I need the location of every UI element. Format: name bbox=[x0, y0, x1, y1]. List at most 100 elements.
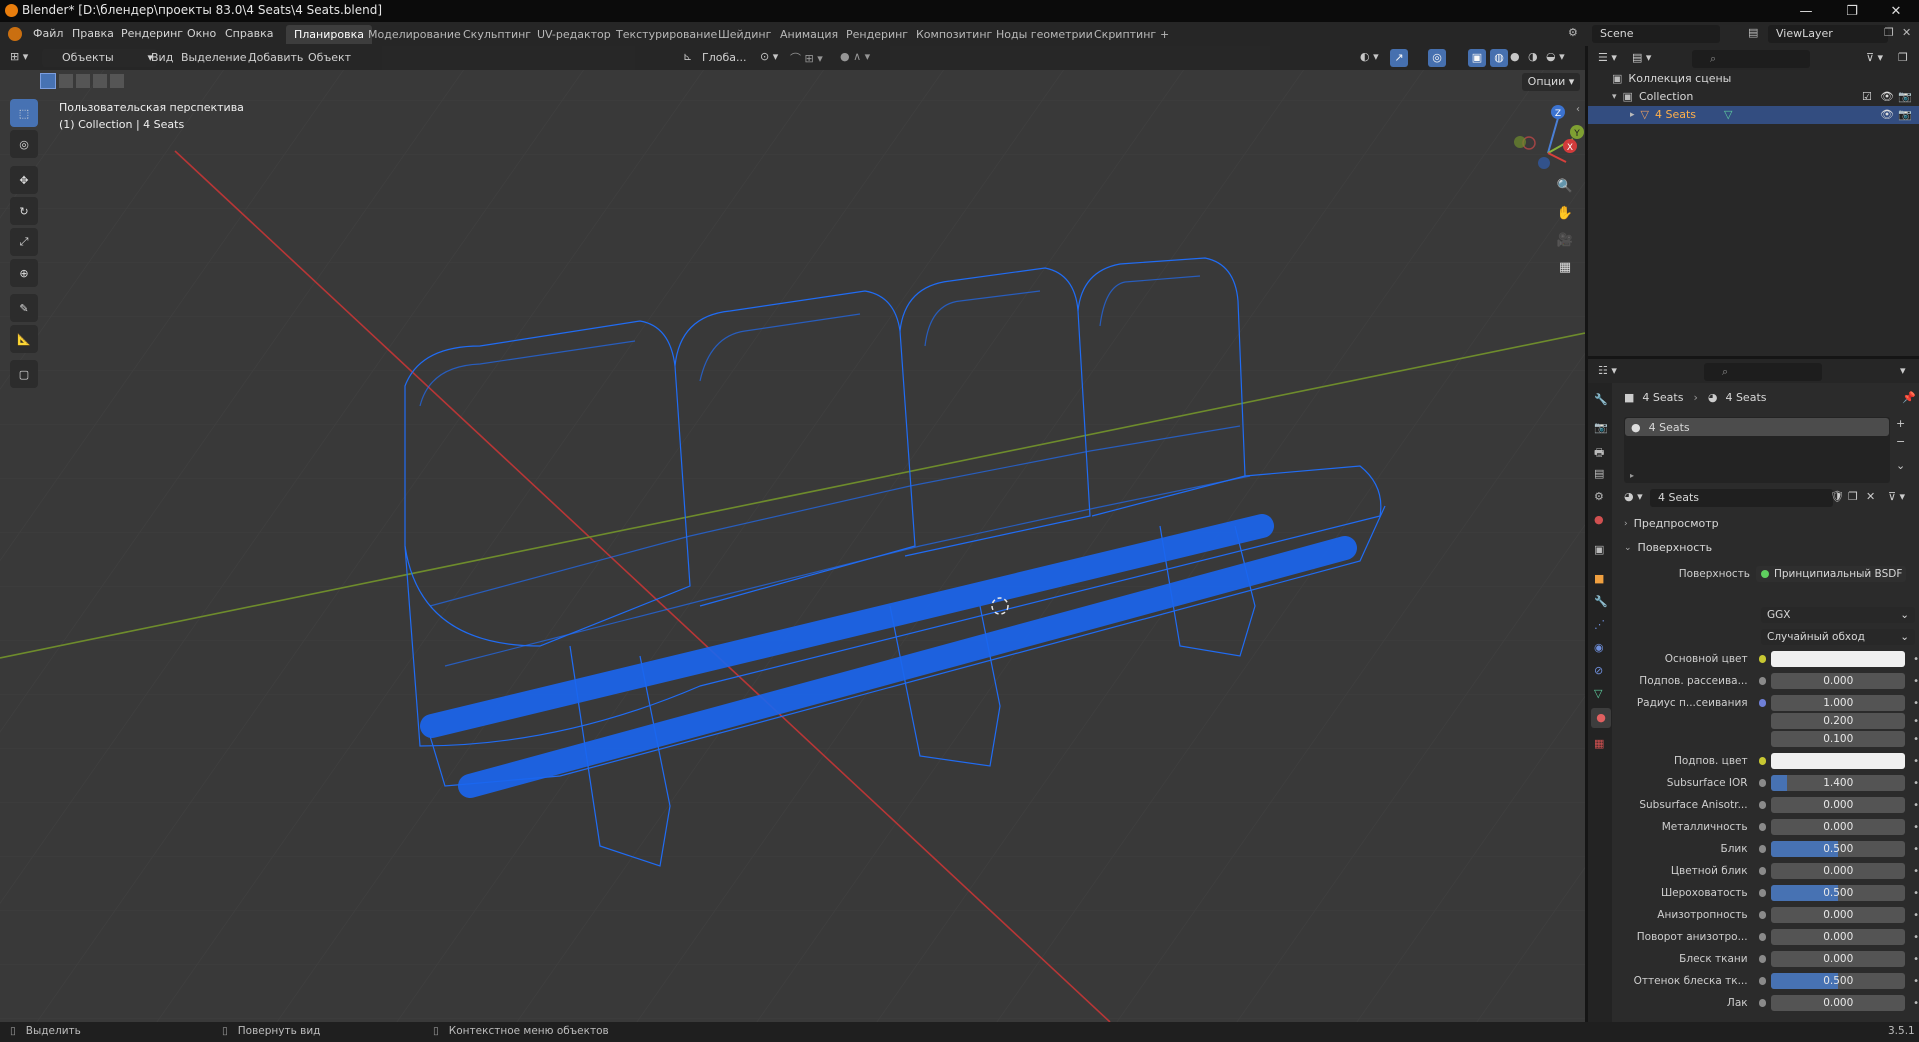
add-workspace-button[interactable]: + bbox=[1152, 25, 1177, 44]
subsurface-method-dropdown[interactable]: Случайный обход ⌄ bbox=[1761, 629, 1915, 645]
menu-file[interactable]: Файл bbox=[26, 25, 70, 43]
properties-editor-icon[interactable]: ☷ ▾ bbox=[1598, 364, 1617, 377]
editor-type-icon[interactable]: ⊞ ▾ bbox=[10, 50, 28, 63]
material-tab-icon[interactable]: ● bbox=[1591, 708, 1611, 728]
expand-collection-icon[interactable]: ▾ bbox=[1612, 88, 1617, 106]
outliner-row-collection[interactable]: ▾ ▣ Collection ☑ 👁 📷 bbox=[1588, 88, 1919, 106]
keyframe-dot-icon[interactable]: • bbox=[1913, 888, 1919, 899]
keyframe-dot-icon[interactable]: • bbox=[1913, 866, 1919, 877]
expand-object-icon[interactable]: ▸ bbox=[1630, 106, 1635, 124]
zoom-icon[interactable]: 🔍 bbox=[1554, 175, 1576, 197]
snap-icon[interactable]: ⌒ ⊞ ▾ bbox=[790, 50, 823, 66]
material-name-field[interactable]: 4 Seats bbox=[1650, 489, 1833, 507]
object-camera-icon[interactable]: 📷 bbox=[1898, 106, 1912, 124]
value-slider[interactable]: 0.500 bbox=[1771, 973, 1906, 989]
new-collection-icon[interactable]: ❐ bbox=[1898, 51, 1908, 64]
properties-search-input[interactable]: ⌕ bbox=[1704, 363, 1822, 381]
scene-tab-icon[interactable]: ⚙ bbox=[1594, 490, 1604, 503]
material-shading-icon[interactable]: ◑ bbox=[1528, 50, 1538, 63]
tab-rendering[interactable]: Рендеринг bbox=[838, 25, 916, 44]
value-slider[interactable]: 0.000 bbox=[1771, 863, 1906, 879]
keyframe-dot-icon[interactable]: • bbox=[1913, 698, 1919, 709]
socket-dot-icon[interactable] bbox=[1758, 801, 1767, 809]
options-dropdown[interactable]: Опции ▾ bbox=[1522, 73, 1580, 91]
collection-tab-icon[interactable]: ▣ bbox=[1594, 543, 1604, 556]
surface-shader-field[interactable]: Принципиальный BSDF bbox=[1756, 566, 1906, 582]
wireframe-shading-icon[interactable]: ◍ bbox=[1490, 49, 1508, 67]
socket-dot-icon[interactable] bbox=[1758, 889, 1767, 897]
socket-dot-icon[interactable] bbox=[1758, 911, 1767, 919]
value-slider[interactable]: 0.000 bbox=[1771, 995, 1906, 1011]
select-invert-icon[interactable] bbox=[93, 74, 107, 88]
value-slider[interactable]: 0.500 bbox=[1771, 885, 1906, 901]
overlay-toggle-icon[interactable]: ◎ bbox=[1428, 49, 1446, 67]
socket-dot-icon[interactable] bbox=[1758, 655, 1767, 663]
color-swatch[interactable] bbox=[1771, 753, 1906, 769]
camera-view-icon[interactable]: 🎥 bbox=[1554, 229, 1576, 251]
outliner-row-object[interactable]: ▸ ▽ 4 Seats ▽ 👁 📷 bbox=[1588, 106, 1919, 124]
value-slider[interactable]: 0.000 bbox=[1771, 819, 1906, 835]
material-link-icon[interactable]: ⊽ ▾ bbox=[1888, 490, 1905, 503]
add-slot-button[interactable]: + bbox=[1896, 417, 1905, 430]
solid-shading-icon[interactable]: ● bbox=[1510, 50, 1520, 63]
select-intersect-icon[interactable] bbox=[110, 74, 124, 88]
fake-user-icon[interactable]: 🛡 bbox=[1830, 490, 1844, 503]
menu-add[interactable]: Добавить bbox=[242, 49, 309, 67]
menu-edit[interactable]: Правка bbox=[65, 25, 121, 43]
tool-tab-icon[interactable]: 🔧 bbox=[1594, 393, 1608, 406]
socket-dot-icon[interactable] bbox=[1758, 779, 1767, 787]
unlink-material-icon[interactable]: ✕ bbox=[1866, 490, 1875, 503]
tab-texture-paint[interactable]: Текстурирование bbox=[608, 25, 725, 44]
keyframe-dot-icon[interactable]: • bbox=[1913, 778, 1919, 789]
value-slider[interactable]: 0.200 bbox=[1771, 713, 1906, 729]
scene-icon[interactable]: ⚙ bbox=[1568, 26, 1590, 42]
viewport-scene[interactable]: Z Y X bbox=[0, 46, 1585, 1022]
slot-menu-icon[interactable]: ⌄ bbox=[1896, 459, 1905, 472]
maximize-button[interactable]: ❐ bbox=[1829, 0, 1875, 22]
value-slider[interactable]: 0.000 bbox=[1771, 907, 1906, 923]
material-browse-icon[interactable]: ◕ ▾ bbox=[1624, 490, 1643, 503]
add-cube-tool[interactable]: ▢ bbox=[10, 360, 38, 388]
socket-dot-icon[interactable] bbox=[1758, 677, 1767, 685]
keyframe-dot-icon[interactable]: • bbox=[1913, 976, 1919, 987]
pin-icon[interactable]: 📌 bbox=[1902, 391, 1916, 404]
surface-panel-header[interactable]: ⌄ Поверхность bbox=[1624, 537, 1914, 559]
menu-help[interactable]: Справка bbox=[218, 25, 280, 43]
menu-select[interactable]: Выделение bbox=[175, 49, 253, 67]
keyframe-dot-icon[interactable]: • bbox=[1913, 910, 1919, 921]
value-slider[interactable]: 0.500 bbox=[1771, 841, 1906, 857]
view-layer-tab-icon[interactable]: ▤ bbox=[1594, 467, 1604, 480]
value-slider[interactable]: 0.100 bbox=[1771, 731, 1906, 747]
collection-camera-icon[interactable]: 📷 bbox=[1898, 88, 1912, 106]
value-slider[interactable]: 1.000 bbox=[1771, 695, 1906, 711]
physics-tab-icon[interactable]: ◉ bbox=[1594, 641, 1604, 654]
new-viewlayer-icon[interactable]: ❐ bbox=[1884, 26, 1894, 39]
socket-dot-icon[interactable] bbox=[1758, 955, 1767, 963]
value-slider[interactable]: 0.000 bbox=[1771, 951, 1906, 967]
proportional-edit-icon[interactable]: ● ∧ ▾ bbox=[840, 50, 870, 63]
display-mode-icon[interactable]: ▤ ▾ bbox=[1632, 51, 1651, 64]
select-subtract-icon[interactable] bbox=[76, 74, 90, 88]
gizmo-toggle-icon[interactable]: ↗ bbox=[1390, 49, 1408, 67]
value-slider[interactable]: 0.000 bbox=[1771, 929, 1906, 945]
tab-shading[interactable]: Шейдинг bbox=[710, 25, 779, 44]
collection-eye-icon[interactable]: 👁 bbox=[1880, 88, 1894, 106]
close-button[interactable]: ✕ bbox=[1873, 0, 1919, 22]
render-tab-icon[interactable]: 📷 bbox=[1594, 421, 1608, 434]
pivot-point-icon[interactable]: ⊙ ▾ bbox=[760, 50, 778, 63]
keyframe-dot-icon[interactable]: • bbox=[1913, 654, 1919, 665]
socket-dot-icon[interactable] bbox=[1758, 999, 1767, 1007]
particles-tab-icon[interactable]: ⋰ bbox=[1594, 618, 1605, 631]
keyframe-dot-icon[interactable]: • bbox=[1913, 800, 1919, 811]
keyframe-dot-icon[interactable]: • bbox=[1913, 734, 1919, 745]
select-box-tool[interactable]: ⬚ bbox=[10, 99, 38, 127]
value-slider[interactable]: 0.000 bbox=[1771, 797, 1906, 813]
3d-viewport[interactable]: Z Y X ⊞ ▾ Объекты ▾ Вид Выделение Добавит… bbox=[0, 46, 1585, 1022]
socket-dot-icon[interactable] bbox=[1758, 977, 1767, 985]
object-eye-icon[interactable]: 👁 bbox=[1880, 106, 1894, 124]
output-tab-icon[interactable]: 🖶 bbox=[1594, 444, 1604, 463]
viewlayer-selector[interactable]: ViewLayer bbox=[1768, 25, 1888, 43]
texture-tab-icon[interactable]: ▦ bbox=[1594, 737, 1604, 750]
constraints-tab-icon[interactable]: ⊘ bbox=[1594, 664, 1603, 677]
menu-object[interactable]: Объект bbox=[302, 49, 357, 67]
